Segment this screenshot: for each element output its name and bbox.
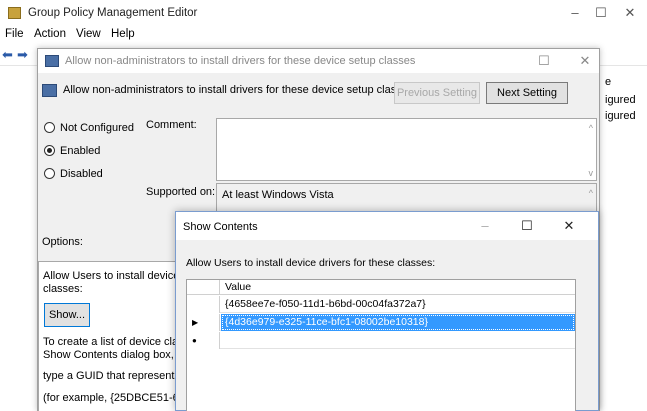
forward-arrow-icon[interactable]: ➡ [17, 47, 28, 63]
menu-help[interactable]: Help [111, 28, 135, 40]
right-pane-item[interactable]: igured [605, 110, 636, 122]
maximize-icon[interactable]: ☐ [534, 52, 554, 70]
policy-editor-icon [8, 7, 21, 19]
new-row-icon[interactable]: ● [187, 332, 220, 349]
show-contents-description: Allow Users to install device drivers fo… [186, 257, 436, 269]
value-cell[interactable]: {4d36e979-e325-11ce-bfc1-08002be10318} [221, 314, 575, 331]
radio-enabled[interactable]: Enabled [44, 145, 100, 157]
table-row[interactable]: ● [187, 332, 575, 349]
values-grid[interactable]: Value {4658ee7e-f050-11d1-b6bd-00c04fa37… [186, 279, 576, 411]
table-row[interactable]: {4658ee7e-f050-11d1-b6bd-00c04fa372a7} [187, 296, 575, 313]
menu-file[interactable]: File [5, 28, 24, 40]
minimize-icon[interactable]: – [475, 217, 495, 235]
policy-setting-icon [45, 55, 59, 67]
close-icon[interactable]: ✕ [575, 52, 595, 70]
value-cell[interactable]: {4658ee7e-f050-11d1-b6bd-00c04fa372a7} [221, 296, 575, 313]
policy-dialog-title: Allow non-administrators to install driv… [65, 55, 416, 67]
policy-dialog-title-bar: Allow non-administrators to install driv… [38, 49, 599, 73]
scroll-up-icon[interactable]: ^ [589, 188, 593, 198]
show-contents-title-bar: Show Contents – ☐ ✕ [176, 212, 598, 240]
value-column-header[interactable]: Value [225, 281, 251, 293]
row-header-corner [187, 280, 220, 295]
main-window-title: Group Policy Management Editor [28, 7, 198, 19]
radio-not-configured[interactable]: Not Configured [44, 122, 134, 134]
close-icon[interactable]: ✕ [620, 4, 640, 22]
close-icon[interactable]: ✕ [559, 217, 579, 235]
options-text: Allow Users to install device dr [43, 270, 193, 282]
table-row[interactable]: ▶ {4d36e979-e325-11ce-bfc1-08002be10318} [187, 314, 575, 331]
show-contents-dialog: Show Contents – ☐ ✕ Allow Users to insta… [175, 211, 599, 411]
options-label: Options: [42, 236, 83, 248]
show-button[interactable]: Show... [44, 303, 90, 327]
scroll-up-icon[interactable]: ^ [589, 123, 593, 133]
previous-setting-button[interactable]: Previous Setting [394, 82, 480, 104]
radio-icon[interactable] [44, 168, 55, 179]
current-row-arrow-icon[interactable]: ▶ [187, 314, 220, 331]
right-pane-item[interactable]: e [605, 76, 611, 88]
supported-on-label: Supported on: [146, 186, 216, 198]
value-cell[interactable] [221, 332, 575, 349]
right-pane-item[interactable]: igured [605, 94, 636, 106]
policy-heading: Allow non-administrators to install driv… [63, 84, 414, 96]
options-text: classes: [43, 283, 83, 295]
options-text: To create a list of device classe [43, 336, 196, 348]
grid-header: Value [187, 280, 575, 295]
radio-checked-icon[interactable] [44, 145, 55, 156]
maximize-icon[interactable]: ☐ [517, 217, 537, 235]
back-arrow-icon[interactable]: ⬅ [2, 47, 13, 63]
row-header[interactable] [187, 296, 220, 313]
menu-action[interactable]: Action [34, 28, 66, 40]
scroll-down-icon[interactable]: v [589, 168, 594, 178]
radio-icon[interactable] [44, 122, 55, 133]
maximize-icon[interactable]: ☐ [591, 4, 611, 22]
main-title-bar: Group Policy Management Editor – ☐ ✕ [0, 0, 647, 26]
options-text: (for example, {25DBCE51-6C8 [43, 392, 193, 404]
comment-label: Comment: [146, 119, 197, 131]
next-setting-button[interactable]: Next Setting [486, 82, 568, 104]
supported-on-value: At least Windows Vista [222, 189, 334, 201]
comment-textarea[interactable]: ^ v [216, 118, 597, 181]
policy-heading-icon [42, 84, 57, 97]
right-pane: e igured igured [596, 66, 647, 411]
radio-disabled[interactable]: Disabled [44, 168, 103, 180]
menu-view[interactable]: View [76, 28, 101, 40]
show-contents-title: Show Contents [183, 221, 258, 233]
menu-bar: File Action View Help [0, 26, 647, 44]
minimize-icon[interactable]: – [565, 4, 585, 22]
